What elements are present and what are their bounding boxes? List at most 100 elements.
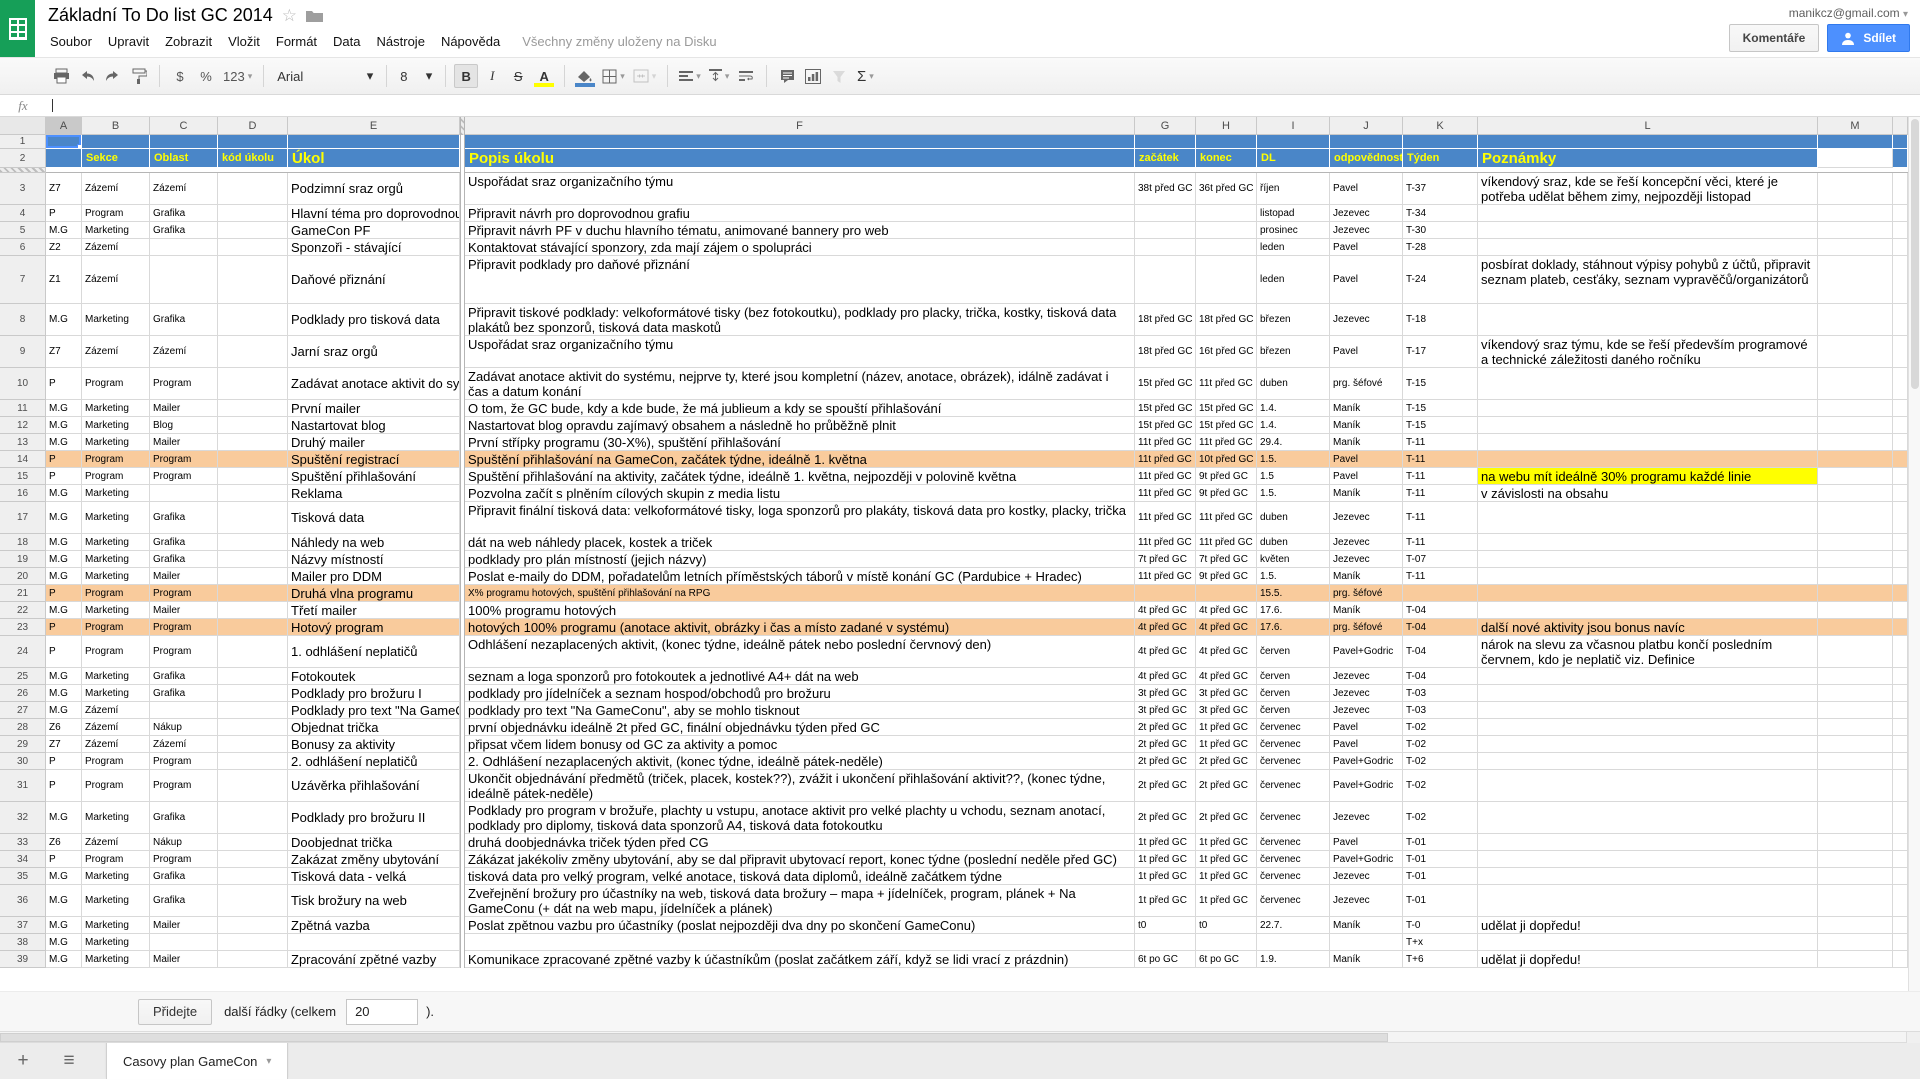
borders-button[interactable]: ▾ (599, 64, 628, 88)
cell-I16[interactable]: 1.5. (1257, 485, 1330, 502)
cell-F22[interactable]: 100% programu hotových (465, 602, 1135, 619)
row-header-10[interactable]: 10 (0, 368, 46, 400)
cell-M15[interactable] (1818, 468, 1893, 485)
cell-L38[interactable] (1478, 934, 1818, 951)
cell-H23[interactable]: 4t před GC (1196, 619, 1257, 636)
col-header-I[interactable]: I (1257, 117, 1330, 135)
cell-D22[interactable] (218, 602, 288, 619)
cell-B20[interactable]: Marketing (82, 568, 150, 585)
cell-J27[interactable]: Jezevec (1330, 702, 1403, 719)
cell-D24[interactable] (218, 636, 288, 668)
cell-B12[interactable]: Marketing (82, 417, 150, 434)
cell-N36[interactable] (1893, 885, 1908, 917)
cell-G25[interactable]: 4t před GC (1135, 668, 1196, 685)
cell-J31[interactable]: Pavel+Godric (1330, 770, 1403, 802)
cell-G35[interactable]: 1t před GC (1135, 868, 1196, 885)
cell-H33[interactable]: 1t před GC (1196, 834, 1257, 851)
cell-I12[interactable]: 1.4. (1257, 417, 1330, 434)
cell-F35[interactable]: tisková data pro velký program, velké an… (465, 868, 1135, 885)
cell-I21[interactable]: 15.5. (1257, 585, 1330, 602)
cell-L6[interactable] (1478, 239, 1818, 256)
cell-J11[interactable]: Maník (1330, 400, 1403, 417)
cell-G33[interactable]: 1t před GC (1135, 834, 1196, 851)
cell-I23[interactable]: 17.6. (1257, 619, 1330, 636)
cell-G13[interactable]: 11t před GC (1135, 434, 1196, 451)
cell-N11[interactable] (1893, 400, 1908, 417)
cell-H32[interactable]: 2t před GC (1196, 802, 1257, 834)
cell-N30[interactable] (1893, 753, 1908, 770)
cell-M7[interactable] (1818, 256, 1893, 304)
row-header-38[interactable]: 38 (0, 934, 46, 951)
row-header-19[interactable]: 19 (0, 551, 46, 568)
cell-N9[interactable] (1893, 336, 1908, 368)
cell-M18[interactable] (1818, 534, 1893, 551)
cell-B18[interactable]: Marketing (82, 534, 150, 551)
cell-K6[interactable]: T-28 (1403, 239, 1478, 256)
cell-M37[interactable] (1818, 917, 1893, 934)
cell-D26[interactable] (218, 685, 288, 702)
col-header-M[interactable]: M (1818, 117, 1893, 135)
cell-K35[interactable]: T-01 (1403, 868, 1478, 885)
col-header-E[interactable]: E (288, 117, 460, 135)
row-header-27[interactable]: 27 (0, 702, 46, 719)
cell-H16[interactable]: 9t před GC (1196, 485, 1257, 502)
cell-G34[interactable]: 1t před GC (1135, 851, 1196, 868)
cell-F21[interactable]: X% programu hotových, spuštění přihlašov… (465, 585, 1135, 602)
cell-D7[interactable] (218, 256, 288, 304)
cell-D34[interactable] (218, 851, 288, 868)
cell-J20[interactable]: Maník (1330, 568, 1403, 585)
cell-L13[interactable] (1478, 434, 1818, 451)
cell-F27[interactable]: podklady pro text "Na GameConu", aby se … (465, 702, 1135, 719)
cell-B37[interactable]: Marketing (82, 917, 150, 934)
cell-L34[interactable] (1478, 851, 1818, 868)
cell-E36[interactable]: Tisk brožury na web (288, 885, 460, 917)
cell-J13[interactable]: Maník (1330, 434, 1403, 451)
cell-E26[interactable]: Podklady pro brožuru I (288, 685, 460, 702)
col-header-J[interactable]: J (1330, 117, 1403, 135)
row-header-8[interactable]: 8 (0, 304, 46, 336)
row-header-39[interactable]: 39 (0, 951, 46, 968)
document-title[interactable]: Základní To Do list GC 2014 (48, 5, 273, 26)
cell-F33[interactable]: druhá doobjednávka triček týden před CG (465, 834, 1135, 851)
formula-bar[interactable]: fx (0, 95, 1920, 117)
folder-icon[interactable] (306, 9, 323, 22)
cell-J18[interactable]: Jezevec (1330, 534, 1403, 551)
cell-N5[interactable] (1893, 222, 1908, 239)
italic-button[interactable]: I (480, 64, 504, 88)
cell-C33[interactable]: Nákup (150, 834, 218, 851)
cell-J17[interactable]: Jezevec (1330, 502, 1403, 534)
cell-L36[interactable] (1478, 885, 1818, 917)
cell-I6[interactable]: leden (1257, 239, 1330, 256)
cell-I15[interactable]: 1.5 (1257, 468, 1330, 485)
cell-A15[interactable]: P (46, 468, 82, 485)
cell-C34[interactable]: Program (150, 851, 218, 868)
cell-I14[interactable]: 1.5. (1257, 451, 1330, 468)
cell-L20[interactable] (1478, 568, 1818, 585)
cell-H21[interactable] (1196, 585, 1257, 602)
cell-C14[interactable]: Program (150, 451, 218, 468)
cell-K12[interactable]: T-15 (1403, 417, 1478, 434)
cell-K17[interactable]: T-11 (1403, 502, 1478, 534)
cell-G24[interactable]: 4t před GC (1135, 636, 1196, 668)
cell-J1[interactable] (1330, 135, 1403, 149)
cell-C24[interactable]: Program (150, 636, 218, 668)
add-sheet-icon[interactable]: + (0, 1043, 46, 1079)
cell-C27[interactable] (150, 702, 218, 719)
cell-B35[interactable]: Marketing (82, 868, 150, 885)
row-header-4[interactable]: 4 (0, 205, 46, 222)
cell-N17[interactable] (1893, 502, 1908, 534)
cell-H1[interactable] (1196, 135, 1257, 149)
cell-K5[interactable]: T-30 (1403, 222, 1478, 239)
cell-A1[interactable] (46, 135, 82, 149)
cell-J26[interactable]: Jezevec (1330, 685, 1403, 702)
cell-H19[interactable]: 7t před GC (1196, 551, 1257, 568)
cell-M5[interactable] (1818, 222, 1893, 239)
row-header-24[interactable]: 24 (0, 636, 46, 668)
cell-L7[interactable]: posbírat doklady, stáhnout výpisy pohybů… (1478, 256, 1818, 304)
row-header-28[interactable]: 28 (0, 719, 46, 736)
text-color-button[interactable]: A (532, 64, 556, 88)
cell-C30[interactable]: Program (150, 753, 218, 770)
cell-F19[interactable]: podklady pro plán místností (jejich názv… (465, 551, 1135, 568)
cell-I7[interactable]: leden (1257, 256, 1330, 304)
insert-chart-icon[interactable] (801, 64, 825, 88)
